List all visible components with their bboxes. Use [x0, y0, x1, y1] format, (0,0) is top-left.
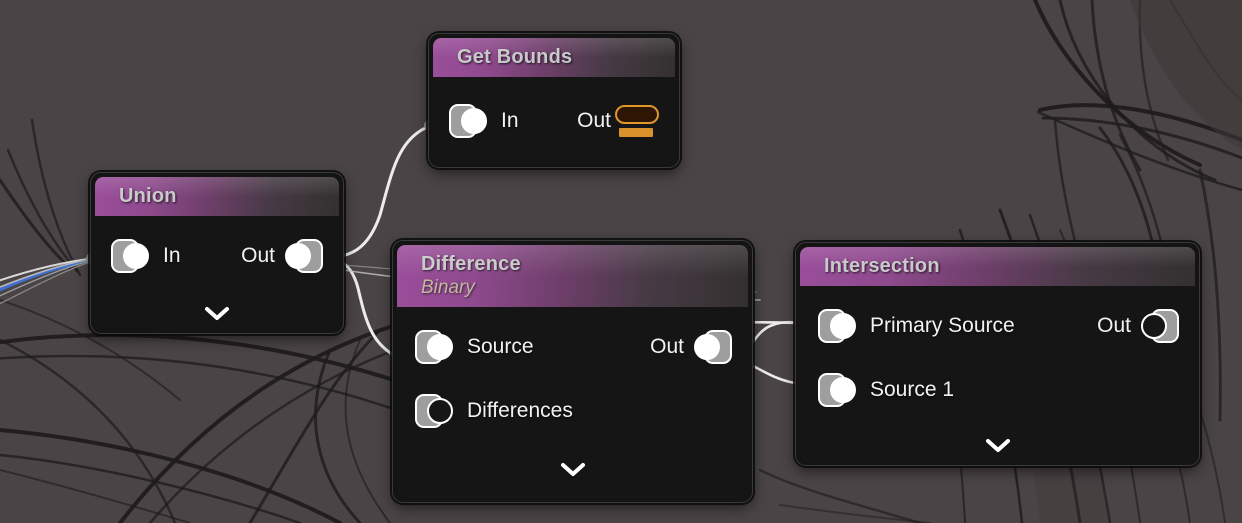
port-intersection-source-1[interactable] [818, 369, 856, 411]
port-get-bounds-in[interactable] [449, 100, 487, 142]
port-label-intersection-primary-source: Primary Source [870, 314, 1015, 337]
node-editor-canvas[interactable]: Get Bounds In Out Union In Out Differenc… [0, 0, 1242, 523]
node-union-title: Union [119, 185, 177, 207]
port-label-intersection-out: Out [1097, 314, 1131, 337]
port-union-in[interactable] [111, 235, 149, 277]
node-get-bounds-title: Get Bounds [457, 46, 573, 68]
node-intersection-title: Intersection [824, 255, 940, 277]
node-difference-body: Source Out Differences [397, 307, 748, 498]
port-difference-source[interactable] [415, 326, 453, 368]
node-difference-expander[interactable] [558, 460, 588, 478]
node-difference-title: Difference [421, 253, 521, 275]
node-get-bounds-body: In Out [433, 77, 675, 163]
node-difference-header[interactable]: Difference Binary [397, 245, 748, 307]
port-label-difference-out: Out [650, 335, 684, 358]
node-get-bounds-header[interactable]: Get Bounds [433, 38, 675, 77]
port-label-get-bounds-out: Out [577, 109, 611, 132]
port-label-difference-differences: Differences [467, 399, 573, 422]
port-union-out[interactable] [285, 235, 323, 277]
node-union-expander[interactable] [202, 304, 232, 322]
node-union-body: In Out [95, 216, 339, 329]
port-difference-differences[interactable] [415, 390, 453, 432]
node-union-header[interactable]: Union [95, 177, 339, 216]
node-difference[interactable]: Difference Binary Source Out Differences [392, 240, 753, 503]
data-pill-icon [615, 105, 659, 124]
port-intersection-out[interactable] [1141, 305, 1179, 347]
node-get-bounds[interactable]: Get Bounds In Out [428, 33, 680, 168]
port-difference-out[interactable] [694, 326, 732, 368]
port-intersection-primary-source[interactable] [818, 305, 856, 347]
node-intersection-expander[interactable] [983, 436, 1013, 454]
port-label-intersection-source-1: Source 1 [870, 378, 955, 401]
node-intersection-header[interactable]: Intersection [800, 247, 1195, 286]
node-intersection[interactable]: Intersection Primary Source Out Source 1 [795, 242, 1200, 466]
node-difference-subtitle: Binary [421, 277, 475, 298]
port-label-union-in: In [163, 244, 181, 267]
node-intersection-body: Primary Source Out Source 1 [800, 286, 1195, 461]
port-get-bounds-out[interactable] [615, 104, 661, 138]
port-label-get-bounds-in: In [501, 109, 519, 132]
port-label-difference-source: Source [467, 335, 534, 358]
port-label-union-out: Out [241, 244, 275, 267]
node-union[interactable]: Union In Out [90, 172, 344, 334]
data-bar-icon [619, 128, 653, 137]
